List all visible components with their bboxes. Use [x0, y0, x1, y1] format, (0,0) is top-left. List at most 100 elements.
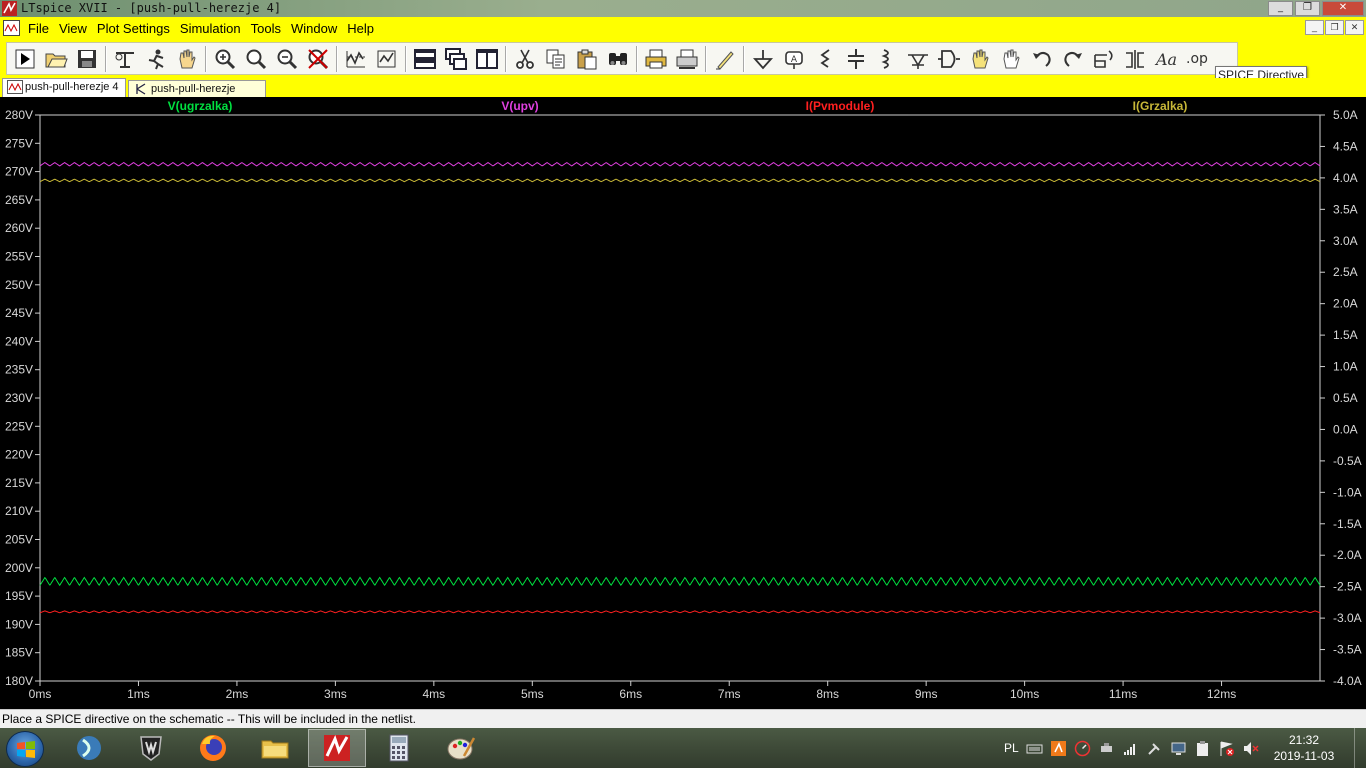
control-panel-icon [115, 51, 134, 68]
show-desktop-button[interactable] [1354, 728, 1366, 768]
print-setup-button[interactable] [673, 45, 700, 72]
mdi-minimize-button[interactable]: _ [1305, 20, 1324, 35]
save-button[interactable] [73, 45, 100, 72]
halt-button[interactable] [142, 45, 169, 72]
undo-button[interactable] [1028, 45, 1055, 72]
control-panel-button[interactable] [111, 45, 138, 72]
y-left-tick-label: 220V [5, 448, 33, 462]
zoom-out-button[interactable] [273, 45, 300, 72]
clock[interactable]: 21:32 2019-11-03 [1272, 732, 1336, 764]
waveform-plot[interactable]: 280V 275V 270V 265V 260V 255V 250V 245V 240V 235V… [0, 97, 1366, 709]
diode-button[interactable] [904, 45, 931, 72]
volume-muted-icon[interactable] [1242, 740, 1259, 757]
paste-button[interactable] [573, 45, 600, 72]
y-right-tick-label: 3.0A [1333, 234, 1358, 248]
menu-tools[interactable]: Tools [249, 21, 287, 36]
rotate-button[interactable] [1090, 45, 1117, 72]
plot-canvas[interactable]: 280V 275V 270V 265V 260V 255V 250V 245V 240V 235V… [0, 97, 1366, 709]
zoom-in-button[interactable] [211, 45, 238, 72]
avast-icon[interactable] [1050, 740, 1067, 757]
y-left-tick-label: 215V [5, 476, 33, 490]
autorange-button[interactable] [342, 45, 369, 72]
title-bar[interactable]: LTspice XVII - [push-pull-herezje 4] _ ❐… [0, 0, 1366, 17]
copy-button[interactable] [542, 45, 569, 72]
speedometer-icon[interactable] [1074, 740, 1091, 757]
zoom-cancel-button[interactable] [304, 45, 331, 72]
keyboard-icon[interactable] [1026, 740, 1043, 757]
toolbar-separator [505, 45, 507, 72]
y-right-tick-label: 2.5A [1333, 265, 1358, 279]
restore-button[interactable]: ❐ [1295, 1, 1320, 16]
tanks-game-icon[interactable] [122, 729, 180, 767]
waveform-doc-icon[interactable] [3, 20, 20, 36]
menu-simulation[interactable]: Simulation [178, 21, 247, 36]
text-button[interactable]: Aa [1152, 45, 1179, 72]
toolbar-separator [336, 45, 338, 72]
cascade-button[interactable] [442, 45, 469, 72]
menu-plot-settings[interactable]: Plot Settings [95, 21, 176, 36]
drag-icon [1002, 49, 1020, 68]
zoom-full-button[interactable] [242, 45, 269, 72]
x-tick-label: 8ms [816, 687, 839, 701]
open-button[interactable] [42, 45, 69, 72]
run-button[interactable] [11, 45, 38, 72]
flag-alert-icon[interactable] [1218, 740, 1235, 757]
plot-settings-button[interactable] [373, 45, 400, 72]
y-left-tick-label: 205V [5, 533, 33, 547]
y-left-tick-label: 185V [5, 646, 33, 660]
y-left-tick-label: 190V [5, 617, 33, 631]
mirror-icon [1125, 49, 1144, 69]
tile-vertical-button[interactable] [473, 45, 500, 72]
cut-button[interactable] [511, 45, 538, 72]
menu-help[interactable]: Help [345, 21, 380, 36]
component-icon [937, 49, 960, 68]
menu-view[interactable]: View [57, 21, 93, 36]
zoom-in-icon [215, 49, 235, 69]
clipboard-icon[interactable] [1194, 740, 1211, 757]
print-button[interactable] [642, 45, 669, 72]
y-left-tick-label: 235V [5, 363, 33, 377]
capacitor-button[interactable] [842, 45, 869, 72]
legend-i-pvmodule-: I(Pvmodule) [806, 99, 875, 113]
language-indicator[interactable]: PL [1004, 741, 1019, 755]
ground-button[interactable] [749, 45, 776, 72]
y-right-tick-label: 3.5A [1333, 202, 1358, 216]
redo-button[interactable] [1059, 45, 1086, 72]
component-button[interactable] [935, 45, 962, 72]
resistor-button[interactable] [811, 45, 838, 72]
usb-device-icon[interactable] [1098, 740, 1115, 757]
inductor-button[interactable] [873, 45, 900, 72]
mirror-button[interactable] [1121, 45, 1148, 72]
find-button[interactable] [604, 45, 631, 72]
find-icon [608, 52, 627, 65]
windows-start-icon[interactable] [6, 731, 44, 767]
tile-horizontal-button[interactable] [411, 45, 438, 72]
tab-waveform[interactable]: push-pull-herezje 4 [2, 78, 126, 97]
taskbar: PL 21:32 2019-11-03 [0, 728, 1366, 768]
calculator-icon[interactable] [370, 729, 428, 767]
wire-button[interactable] [711, 45, 738, 72]
pan-button[interactable] [173, 45, 200, 72]
window-title: LTspice XVII - [push-pull-herezje 4] [21, 1, 282, 15]
paint-icon[interactable] [432, 729, 490, 767]
mdi-close-button[interactable]: ✕ [1345, 20, 1364, 35]
tools-icon[interactable] [1146, 740, 1163, 757]
drag-button[interactable] [997, 45, 1024, 72]
signal-icon[interactable] [1122, 740, 1139, 757]
ltspice-icon[interactable] [308, 729, 366, 767]
firefox-icon[interactable] [184, 729, 242, 767]
label-net-button[interactable]: A [780, 45, 807, 72]
save-icon [77, 49, 96, 68]
mdi-restore-button[interactable]: ❐ [1325, 20, 1344, 35]
display-icon[interactable] [1170, 740, 1187, 757]
file-explorer-icon[interactable] [246, 729, 304, 767]
spice-directive-button[interactable]: .op [1183, 45, 1210, 72]
y-left-tick-label: 270V [5, 165, 33, 179]
close-button[interactable]: ✕ [1322, 1, 1364, 16]
network-app-icon[interactable] [60, 729, 118, 767]
menu-window[interactable]: Window [289, 21, 343, 36]
move-button[interactable] [966, 45, 993, 72]
menu-file[interactable]: File [26, 21, 55, 36]
minimize-button[interactable]: _ [1268, 1, 1293, 16]
tab-schematic[interactable]: push-pull-herezje 4.asc [128, 80, 266, 111]
